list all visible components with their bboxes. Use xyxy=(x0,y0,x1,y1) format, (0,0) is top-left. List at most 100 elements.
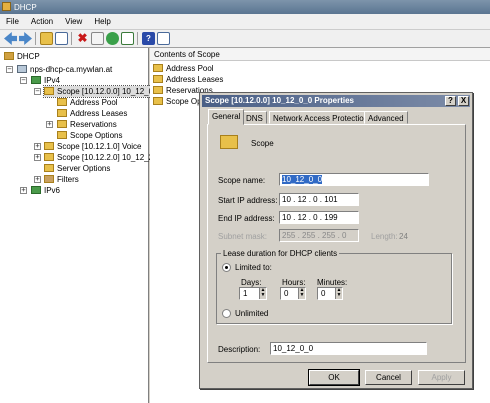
scope-name-input[interactable]: 10_12_0_0 xyxy=(279,173,429,186)
apply-button[interactable]: Apply xyxy=(418,370,465,385)
collapse-server-icon[interactable]: − xyxy=(6,66,13,73)
folder-icon xyxy=(153,86,163,94)
limited-radio[interactable] xyxy=(222,263,231,272)
description-input[interactable]: 10_12_0_0 xyxy=(270,342,427,355)
menu-view[interactable]: View xyxy=(59,14,88,30)
days-spinner[interactable]: 1 ▲ ▼ xyxy=(239,287,267,300)
expand-scope3-icon[interactable]: + xyxy=(34,154,41,161)
refresh-icon[interactable] xyxy=(106,32,119,45)
hours-spinner[interactable]: 0 ▲ ▼ xyxy=(280,287,306,300)
spinner-arrows-icon[interactable]: ▲ ▼ xyxy=(335,288,342,299)
export-icon[interactable] xyxy=(121,32,134,45)
expand-reservations-icon[interactable]: + xyxy=(46,121,53,128)
folder-icon xyxy=(57,131,67,139)
folder-icon xyxy=(44,153,54,161)
toolbar-separator xyxy=(71,32,72,45)
spinner-arrows-icon[interactable]: ▲ ▼ xyxy=(298,288,305,299)
window-titlebar: DHCP xyxy=(0,0,490,14)
dialog-close-button[interactable]: X xyxy=(458,96,469,106)
tree-pane: DHCP − nps-dhcp-ca.mywlan.at − IPv4 − Sc… xyxy=(0,48,155,403)
help-icon[interactable]: ? xyxy=(142,32,155,45)
dhcp-app-icon xyxy=(2,2,11,11)
scope-heading: Scope xyxy=(251,139,274,148)
length-value: 24 xyxy=(399,232,408,241)
window-title: DHCP xyxy=(14,3,37,12)
show-hide-tree-icon[interactable] xyxy=(55,32,68,45)
tree-node-address-leases[interactable]: Address Leases xyxy=(57,108,127,119)
end-ip-input[interactable]: 10 . 12 . 0 . 199 xyxy=(279,211,359,224)
folder-icon xyxy=(57,120,67,128)
cancel-button[interactable]: Cancel xyxy=(365,370,412,385)
limited-label: Limited to: xyxy=(235,263,272,272)
general-tab-panel: Scope Scope name: 10_12_0_0 Start IP add… xyxy=(207,124,466,363)
collapse-ipv4-icon[interactable]: − xyxy=(20,77,27,84)
list-item[interactable]: Scope Opti xyxy=(153,96,206,107)
lease-duration-legend: Lease duration for DHCP clients xyxy=(221,249,340,258)
ok-button[interactable]: OK xyxy=(308,369,360,386)
properties-icon[interactable] xyxy=(91,32,104,45)
folder-icon xyxy=(57,109,67,117)
menu-file[interactable]: File xyxy=(0,14,25,30)
tree-node-scope-10-12-1-0[interactable]: Scope [10.12.1.0] Voice xyxy=(44,141,142,152)
minutes-spinner[interactable]: 0 ▲ ▼ xyxy=(317,287,343,300)
tree-node-server[interactable]: nps-dhcp-ca.mywlan.at xyxy=(17,64,112,75)
toolbar: ✖ ? xyxy=(0,30,490,48)
expand-scope2-icon[interactable]: + xyxy=(34,143,41,150)
folder-icon xyxy=(153,64,163,72)
tab-network-access-protection[interactable]: Network Access Protection xyxy=(269,111,373,124)
length-label: Length: xyxy=(371,232,398,241)
up-icon[interactable] xyxy=(40,32,53,45)
unlimited-label: Unlimited xyxy=(235,309,269,318)
folder-icon xyxy=(153,75,163,83)
tree-node-reservations[interactable]: Reservations xyxy=(57,119,117,130)
expand-filters-icon[interactable]: + xyxy=(34,176,41,183)
tab-advanced[interactable]: Advanced xyxy=(364,111,408,124)
tree-node-dhcp[interactable]: DHCP xyxy=(4,51,40,62)
description-label: Description: xyxy=(218,345,261,354)
dhcp-icon xyxy=(4,52,14,60)
dialog-help-button[interactable]: ? xyxy=(445,96,456,106)
tab-general[interactable]: General xyxy=(208,109,245,125)
tree-node-address-pool[interactable]: Address Pool xyxy=(57,97,118,108)
expand-ipv6-icon[interactable]: + xyxy=(20,187,27,194)
folder-icon xyxy=(44,164,54,172)
dialog-title: Scope [10.12.0.0] 10_12_0_0 Properties xyxy=(205,96,354,105)
delete-icon[interactable]: ✖ xyxy=(76,32,89,45)
spinner-arrows-icon[interactable]: ▲ ▼ xyxy=(259,288,266,299)
server-icon xyxy=(17,65,27,73)
toolbar-separator xyxy=(137,32,138,45)
scope-name-label: Scope name: xyxy=(218,176,266,185)
column-header-contents[interactable]: Contents of Scope xyxy=(150,48,490,61)
list-item[interactable]: Address Pool xyxy=(153,63,214,74)
unlimited-radio[interactable] xyxy=(222,309,231,318)
subnet-mask-label: Subnet mask: xyxy=(218,232,267,241)
start-ip-input[interactable]: 10 . 12 . 0 . 101 xyxy=(279,193,359,206)
menu-action[interactable]: Action xyxy=(25,14,59,30)
tree-node-scope-options[interactable]: Scope Options xyxy=(57,130,122,141)
tab-dns[interactable]: DNS xyxy=(242,111,267,124)
forward-icon[interactable] xyxy=(19,32,32,45)
tree-node-ipv6[interactable]: IPv6 xyxy=(31,185,60,196)
hours-label: Hours: xyxy=(282,278,306,287)
collapse-scope1-icon[interactable]: − xyxy=(34,88,41,95)
subnet-mask-input: 255 . 255 . 255 . 0 xyxy=(279,229,359,242)
filter-icon xyxy=(44,175,54,183)
menu-help[interactable]: Help xyxy=(88,14,116,30)
scope-properties-dialog: Scope [10.12.0.0] 10_12_0_0 Properties ?… xyxy=(199,92,473,389)
folder-icon xyxy=(44,142,54,150)
list-item[interactable]: Address Leases xyxy=(153,74,223,85)
tree-node-scope-10-12-2-0[interactable]: Scope [10.12.2.0] 10_12_2 xyxy=(44,152,153,163)
back-icon[interactable] xyxy=(4,32,17,45)
tree-node-filters[interactable]: Filters xyxy=(44,174,79,185)
ipv6-icon xyxy=(31,186,41,194)
dialog-titlebar: Scope [10.12.0.0] 10_12_0_0 Properties ?… xyxy=(202,95,470,107)
tree-node-scope-10-12-0-0[interactable]: Scope [10.12.0.0] 10_12_0 xyxy=(42,85,155,98)
days-label: Days: xyxy=(241,278,262,287)
toolbar-separator xyxy=(35,32,36,45)
console-icon[interactable] xyxy=(157,32,170,45)
tree-node-server-options[interactable]: Server Options xyxy=(44,163,110,174)
tree-node-ipv4[interactable]: IPv4 xyxy=(31,75,60,86)
end-ip-label: End IP address: xyxy=(218,214,275,223)
start-ip-label: Start IP address: xyxy=(218,196,278,205)
folder-icon xyxy=(153,97,163,105)
